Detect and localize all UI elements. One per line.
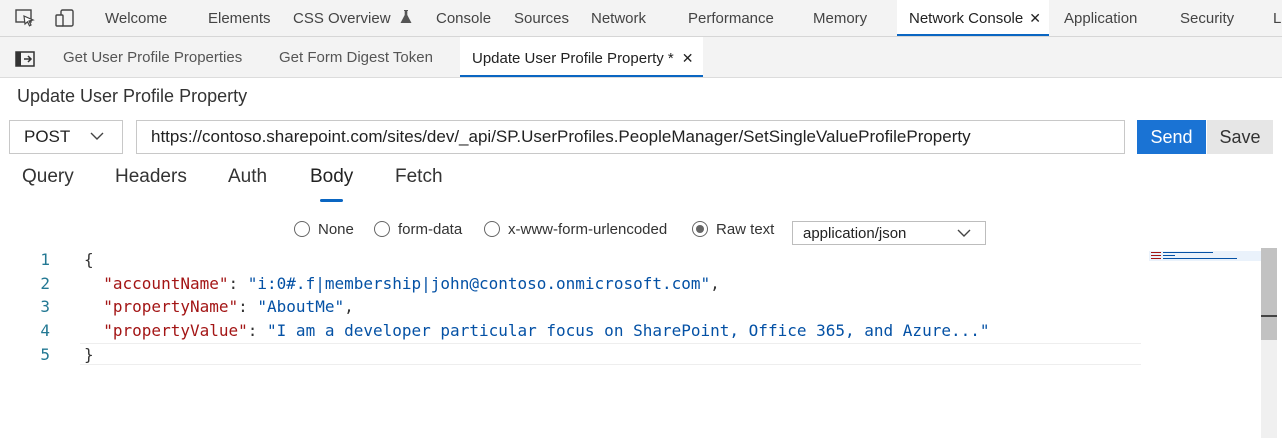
- radio-label: None: [318, 221, 354, 238]
- flask-icon: [400, 10, 412, 28]
- code-punct: ,: [710, 274, 720, 293]
- line-number: 1: [40, 250, 50, 269]
- json-key: "propertyValue": [103, 321, 248, 340]
- code-line: {: [84, 250, 94, 269]
- json-value: "i:0#.f|membership|john@contoso.onmicros…: [247, 274, 711, 293]
- tab-overflow[interactable]: L: [1273, 0, 1282, 36]
- request-tab-label: Get User Profile Properties: [63, 49, 243, 66]
- save-button[interactable]: Save: [1207, 120, 1273, 154]
- tab-application[interactable]: Application: [1064, 0, 1137, 36]
- scrollbar-cursor-marker: [1261, 315, 1277, 317]
- tab-performance[interactable]: Performance: [688, 0, 774, 36]
- tab-fetch[interactable]: Fetch: [395, 166, 443, 196]
- tab-label: L: [1273, 10, 1282, 27]
- tab-label: Welcome: [105, 10, 168, 27]
- code-line: "accountName": "i:0#.f|membership|john@c…: [103, 274, 720, 293]
- tab-label: Application: [1064, 10, 1138, 27]
- request-tab-get-form-digest-token[interactable]: Get Form Digest Token: [279, 37, 433, 77]
- line-number: 4: [40, 321, 50, 340]
- close-tab-icon[interactable]: ✕: [682, 50, 694, 66]
- chevron-down-icon: [957, 229, 971, 237]
- radio-x-www-form-urlencoded[interactable]: x-www-form-urlencoded: [484, 221, 667, 238]
- tab-label: Performance: [688, 10, 774, 27]
- radio-none[interactable]: None: [294, 221, 354, 238]
- method-value: POST: [24, 127, 71, 146]
- radio-label: form-data: [398, 221, 463, 238]
- line-number: 5: [40, 345, 50, 364]
- json-value: "AboutMe": [257, 297, 345, 316]
- editor-minimap[interactable]: [1149, 248, 1269, 261]
- code-text: {: [84, 250, 94, 269]
- tab-memory[interactable]: Memory: [813, 0, 867, 36]
- toggle-sidebar-icon[interactable]: [15, 51, 35, 72]
- request-tab-bar: Get User Profile Properties Get Form Dig…: [0, 37, 1282, 78]
- code-text: }: [84, 345, 94, 364]
- request-tab-get-user-profile-properties[interactable]: Get User Profile Properties: [63, 37, 242, 77]
- tab-welcome[interactable]: Welcome: [105, 0, 167, 36]
- tab-auth[interactable]: Auth: [228, 166, 267, 196]
- radio-label: x-www-form-urlencoded: [508, 221, 668, 238]
- tab-network-console[interactable]: Network Console ✕: [897, 0, 1049, 36]
- close-tab-icon[interactable]: ✕: [1029, 10, 1041, 26]
- send-button[interactable]: Send: [1137, 120, 1206, 154]
- json-value: "I am a developer particular focus on Sh…: [267, 321, 990, 340]
- tab-sources[interactable]: Sources: [514, 0, 569, 36]
- request-tab-label: Update User Profile Property *: [472, 50, 674, 67]
- tab-label: CSS Overview: [293, 10, 391, 27]
- json-key: "propertyName": [103, 297, 239, 316]
- tab-label: Sources: [514, 10, 570, 27]
- radio-circle: [374, 221, 390, 237]
- chevron-down-icon: [90, 132, 104, 140]
- method-select[interactable]: POST: [9, 120, 123, 154]
- request-tab-update-user-profile-property[interactable]: Update User Profile Property * ✕: [460, 37, 703, 77]
- tab-query[interactable]: Query: [22, 166, 74, 196]
- tab-network[interactable]: Network: [591, 0, 646, 36]
- line-number: 3: [40, 297, 50, 316]
- code-line: "propertyValue": "I am a developer parti…: [103, 321, 990, 340]
- tab-label: Console: [436, 10, 492, 27]
- tab-label: Network: [591, 10, 647, 27]
- tab-headers[interactable]: Headers: [115, 166, 187, 196]
- radio-raw-text[interactable]: Raw text: [692, 221, 774, 238]
- radio-circle: [294, 221, 310, 237]
- line-number: 2: [40, 274, 50, 293]
- content-type-select[interactable]: application/json: [792, 221, 986, 245]
- url-input[interactable]: https://contoso.sharepoint.com/sites/dev…: [136, 120, 1125, 154]
- device-emulation-icon[interactable]: [55, 9, 75, 27]
- tab-body[interactable]: Body: [310, 166, 353, 202]
- scrollbar-thumb[interactable]: [1261, 248, 1277, 340]
- radio-label: Raw text: [716, 221, 775, 238]
- tab-label: Memory: [813, 10, 868, 27]
- request-title: Update User Profile Property: [17, 86, 248, 106]
- request-tab-label: Get Form Digest Token: [279, 49, 433, 66]
- tab-console[interactable]: Console: [436, 0, 491, 36]
- body-editor[interactable]: 1 { 2 "accountName": "i:0#.f|membership|…: [0, 246, 1282, 438]
- code-line: "propertyName": "AboutMe",: [103, 297, 354, 316]
- current-line-highlight: [80, 343, 1141, 365]
- tab-label: Security: [1180, 10, 1235, 27]
- json-key: "accountName": [103, 274, 229, 293]
- inspect-element-icon[interactable]: [15, 9, 35, 27]
- code-punct: ,: [344, 297, 354, 316]
- tab-elements[interactable]: Elements: [208, 0, 271, 36]
- tab-label: Elements: [208, 10, 271, 27]
- content-type-value: application/json: [803, 225, 907, 242]
- devtools-tab-bar: Welcome Elements CSS Overview Console So…: [0, 0, 1282, 37]
- tab-css-overview[interactable]: CSS Overview: [293, 0, 412, 36]
- tab-label: Network Console: [909, 10, 1024, 27]
- tab-security[interactable]: Security: [1180, 0, 1234, 36]
- code-line: }: [84, 345, 94, 364]
- radio-circle-selected: [692, 221, 708, 237]
- radio-circle: [484, 221, 500, 237]
- radio-form-data[interactable]: form-data: [374, 221, 462, 238]
